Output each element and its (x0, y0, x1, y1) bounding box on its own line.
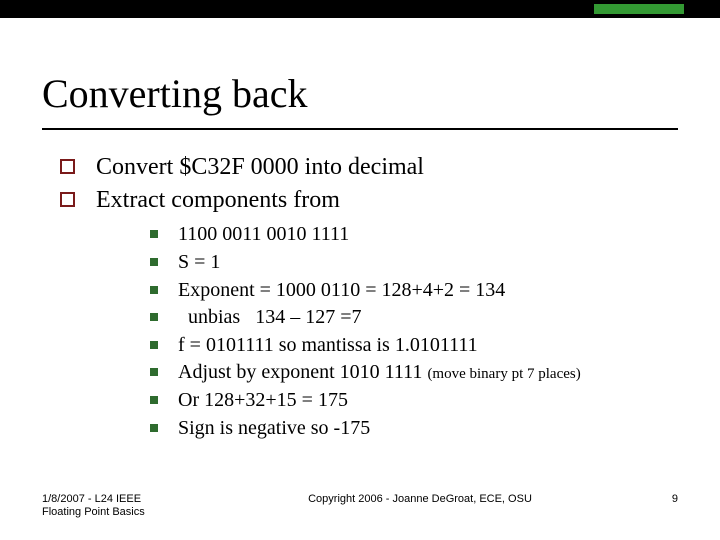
bullet-text: 1100 0011 0010 1111 (178, 223, 349, 245)
list-item: unbias 134 – 127 =7 (150, 304, 680, 332)
list-item: Convert $C32F 0000 into decimal (60, 152, 680, 183)
list-item: Extract components from 1100 0011 0010 1… (60, 185, 680, 442)
bullet-text: Convert $C32F 0000 into decimal (96, 154, 424, 180)
slide-footer: 1/8/2007 - L24 IEEE Floating Point Basic… (42, 493, 678, 521)
slide: Converting back Convert $C32F 0000 into … (0, 0, 720, 540)
footer-left: 1/8/2007 - L24 IEEE Floating Point Basic… (42, 493, 202, 521)
list-item: Adjust by exponent 1010 1111 (move binar… (150, 359, 680, 387)
bullet-note: (move binary pt 7 places) (427, 366, 580, 382)
bullet-list-level2: 1100 0011 0010 1111 S = 1 Exponent = 100… (150, 221, 680, 442)
footer-page-number: 9 (638, 493, 678, 505)
slide-body: Convert $C32F 0000 into decimal Extract … (60, 152, 680, 444)
bullet-text: Or 128+32+15 = 175 (178, 389, 348, 411)
list-item: Exponent = 1000 0110 = 128+4+2 = 134 (150, 277, 680, 305)
list-item: 1100 0011 0010 1111 (150, 221, 680, 249)
footer-date-lecture: 1/8/2007 - L24 IEEE (42, 493, 141, 505)
slide-title: Converting back (42, 70, 308, 117)
footer-subtitle: Floating Point Basics (42, 506, 145, 518)
title-underline (42, 128, 678, 130)
footer-copyright: Copyright 2006 - Joanne DeGroat, ECE, OS… (202, 493, 638, 505)
accent-strip (594, 4, 684, 14)
bullet-text: Extract components from (96, 187, 340, 213)
bullet-text: f = 0101111 so mantissa is 1.0101111 (178, 334, 478, 356)
list-item: Sign is negative so -175 (150, 415, 680, 443)
bullet-text: Adjust by exponent 1010 1111 (178, 361, 427, 383)
bullet-text: Sign is negative so -175 (178, 417, 370, 439)
list-item: f = 0101111 so mantissa is 1.0101111 (150, 332, 680, 360)
bullet-text: S = 1 (178, 251, 220, 273)
bullet-text: unbias 134 – 127 =7 (178, 306, 362, 328)
bullet-text: Exponent = 1000 0110 = 128+4+2 = 134 (178, 279, 505, 301)
bullet-list-level1: Convert $C32F 0000 into decimal Extract … (60, 152, 680, 442)
list-item: Or 128+32+15 = 175 (150, 387, 680, 415)
list-item: S = 1 (150, 249, 680, 277)
